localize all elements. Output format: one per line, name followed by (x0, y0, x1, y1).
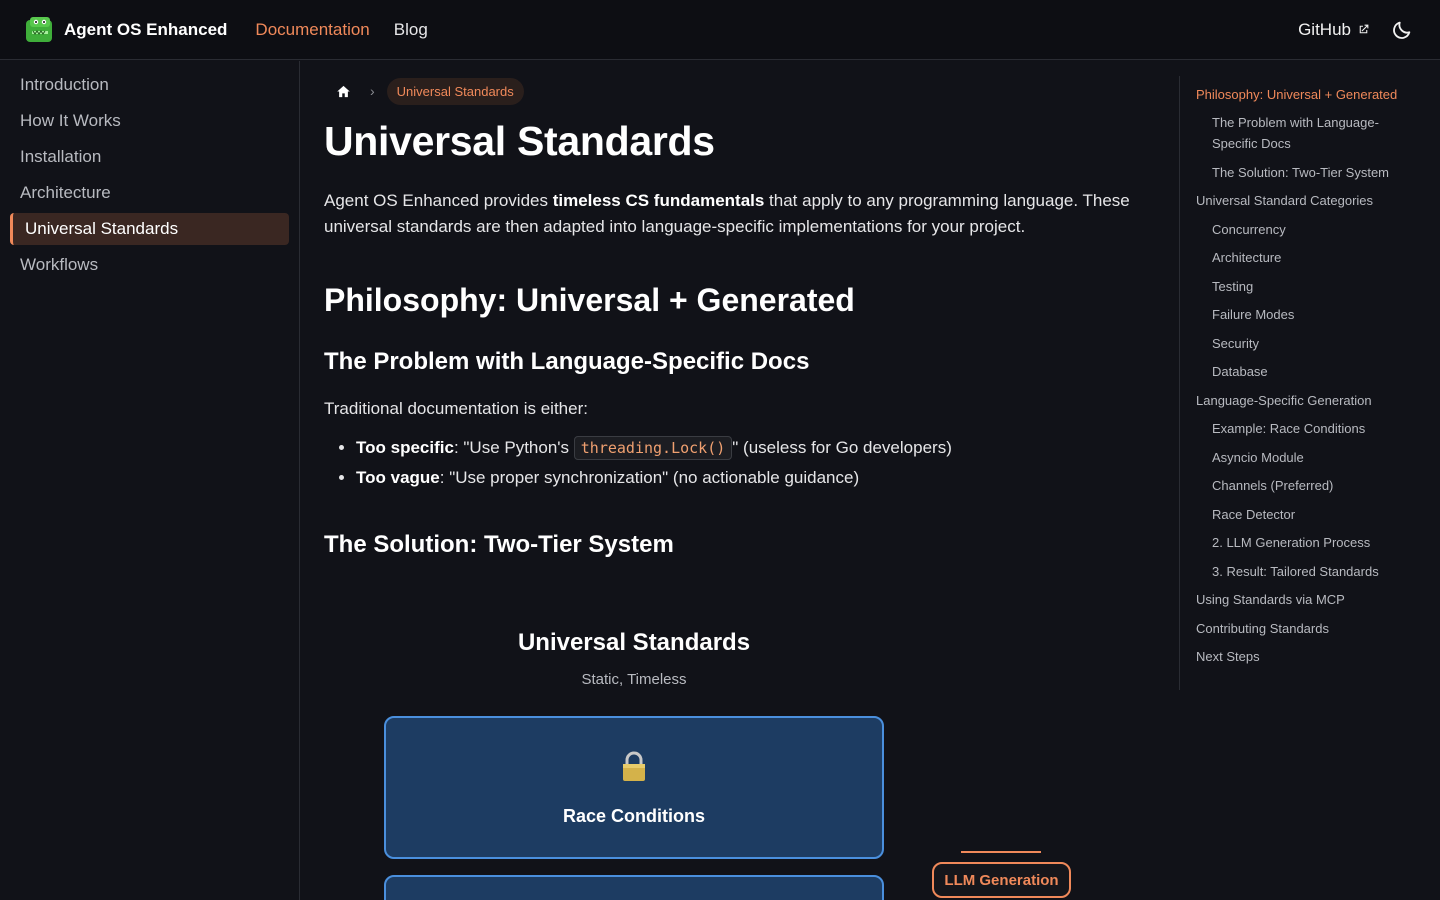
brand-title: Agent OS Enhanced (64, 19, 228, 39)
diagram-subtitle: Static, Timeless (581, 671, 687, 688)
list-item: Too specific: "Use Python's threading.Lo… (356, 433, 1154, 463)
intro-paragraph: Agent OS Enhanced provides timeless CS f… (324, 188, 1134, 240)
toc-item[interactable]: Channels (Preferred) (1196, 475, 1419, 496)
toc-item[interactable]: Example: Race Conditions (1196, 418, 1419, 439)
toc-item[interactable]: Security (1196, 333, 1419, 354)
problem-list: Too specific: "Use Python's threading.Lo… (324, 433, 1154, 493)
page-title: Universal Standards (324, 118, 715, 164)
sidebar-item-workflows[interactable]: Workflows (10, 249, 289, 281)
sidebar-item-universal-standards[interactable]: Universal Standards (10, 213, 289, 245)
llm-generation-badge: LLM Generation (932, 862, 1071, 898)
diagram-card-label: Race Conditions (562, 806, 705, 826)
toc-item[interactable]: Universal Standard Categories (1196, 190, 1419, 211)
two-tier-diagram: Universal Standards Static, Timeless Rac… (324, 621, 1154, 900)
toc-item[interactable]: Race Detector (1196, 504, 1419, 525)
toc-item[interactable]: Testing (1196, 276, 1419, 297)
toc-item[interactable]: Language-Specific Generation (1196, 390, 1419, 411)
toc-item[interactable]: Concurrency (1196, 219, 1419, 240)
toc-item[interactable]: Using Standards via MCP (1196, 589, 1419, 610)
list-item-bold: Too vague (356, 468, 440, 487)
heading-solution: The Solution: Two-Tier System (324, 531, 674, 558)
sidebar-item-installation[interactable]: Installation (10, 141, 289, 173)
sidebar-item-how-it-works[interactable]: How It Works (10, 105, 289, 137)
toc-item[interactable]: Next Steps (1196, 646, 1419, 667)
nav-link-blog[interactable]: Blog (394, 20, 428, 40)
list-item: Too vague: "Use proper synchronization" … (356, 463, 1154, 493)
chevron-right-icon: › (370, 83, 375, 99)
brand-logo-icon (26, 16, 52, 42)
main-content: › Universal Standards Universal Standard… (324, 61, 1154, 900)
list-item-text: : "Use Python's (453, 438, 574, 457)
theme-toggle-button[interactable] (1388, 16, 1416, 44)
nav-link-documentation[interactable]: Documentation (255, 20, 369, 40)
github-link[interactable]: GitHub (1298, 20, 1370, 40)
toc-item[interactable]: The Problem with Language-Specific Docs (1196, 112, 1419, 154)
list-item-text: : "Use proper synchronization" (no actio… (439, 468, 860, 487)
toc-item[interactable]: Architecture (1196, 247, 1419, 268)
diagram-connector (961, 851, 1041, 853)
brand-link[interactable]: Agent OS Enhanced (24, 14, 227, 46)
external-link-icon (1359, 24, 1369, 34)
toc-item[interactable]: Failure Modes (1196, 304, 1419, 325)
toc-item[interactable]: Asyncio Module (1196, 447, 1419, 468)
heading-philosophy: Philosophy: Universal + Generated (324, 282, 855, 318)
home-glyph-icon (336, 85, 350, 97)
top-navbar: Agent OS Enhanced Documentation Blog Git… (0, 0, 1440, 60)
docs-sidebar: Introduction How It Works Installation A… (0, 61, 300, 900)
diagram-title: Universal Standards (517, 629, 751, 656)
breadcrumb: › Universal Standards (324, 76, 1154, 106)
diagram-card-race-conditions: Race Conditions (384, 716, 884, 859)
home-icon[interactable] (328, 76, 358, 106)
list-item-bold: Too specific (356, 438, 454, 457)
github-label: GitHub (1298, 19, 1351, 39)
list-item-text-after: " (useless for Go developers) (732, 438, 952, 457)
lock-icon (386, 751, 882, 783)
sidebar-item-introduction[interactable]: Introduction (10, 69, 289, 101)
sidebar-item-architecture[interactable]: Architecture (10, 177, 289, 209)
diagram-card-next (384, 875, 884, 900)
table-of-contents: Philosophy: Universal + Generated The Pr… (1179, 76, 1419, 690)
heading-problem: The Problem with Language-Specific Docs (324, 348, 810, 375)
problem-intro: Traditional documentation is either: (324, 399, 588, 418)
toc-item[interactable]: Contributing Standards (1196, 618, 1419, 639)
intro-text-prefix: Agent OS Enhanced provides (324, 191, 553, 210)
toc-item[interactable]: 3. Result: Tailored Standards (1196, 561, 1419, 582)
inline-code: threading.Lock() (573, 436, 733, 460)
intro-text-bold: timeless CS fundamentals (552, 191, 765, 210)
toc-item[interactable]: Philosophy: Universal + Generated (1196, 84, 1419, 105)
breadcrumb-current: Universal Standards (386, 77, 524, 105)
toc-item[interactable]: The Solution: Two-Tier System (1196, 162, 1419, 183)
toc-item[interactable]: 2. LLM Generation Process (1196, 532, 1419, 553)
toc-item[interactable]: Database (1196, 361, 1419, 382)
moon-icon (1393, 21, 1411, 39)
